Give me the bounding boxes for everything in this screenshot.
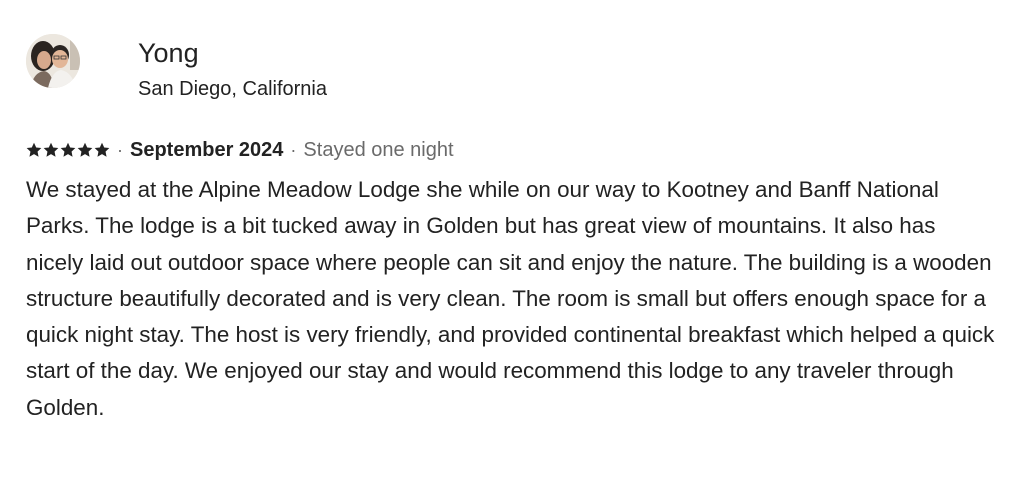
star-icon (94, 142, 110, 157)
separator-dot: · (290, 140, 297, 160)
avatar-photo (26, 34, 80, 88)
review-date: September 2024 (130, 139, 284, 161)
reviewer-name[interactable]: Yong (138, 36, 199, 70)
star-icon (77, 142, 93, 157)
separator-dot: · (117, 140, 123, 160)
review-card: Yong San Diego, California · September 2… (0, 0, 1024, 479)
reviewer-location: San Diego, California (138, 78, 327, 100)
review-text: We stayed at the Alpine Meadow Lodge she… (26, 177, 995, 420)
reviewer-header: Yong San Diego, California (26, 30, 626, 110)
star-icon (60, 142, 76, 157)
star-rating (26, 142, 110, 158)
review-meta: · September 2024 · Stayed one night (26, 136, 454, 164)
stay-length: Stayed one night (303, 139, 454, 161)
avatar[interactable] (26, 34, 80, 88)
star-icon (43, 142, 59, 157)
star-icon (26, 142, 42, 157)
